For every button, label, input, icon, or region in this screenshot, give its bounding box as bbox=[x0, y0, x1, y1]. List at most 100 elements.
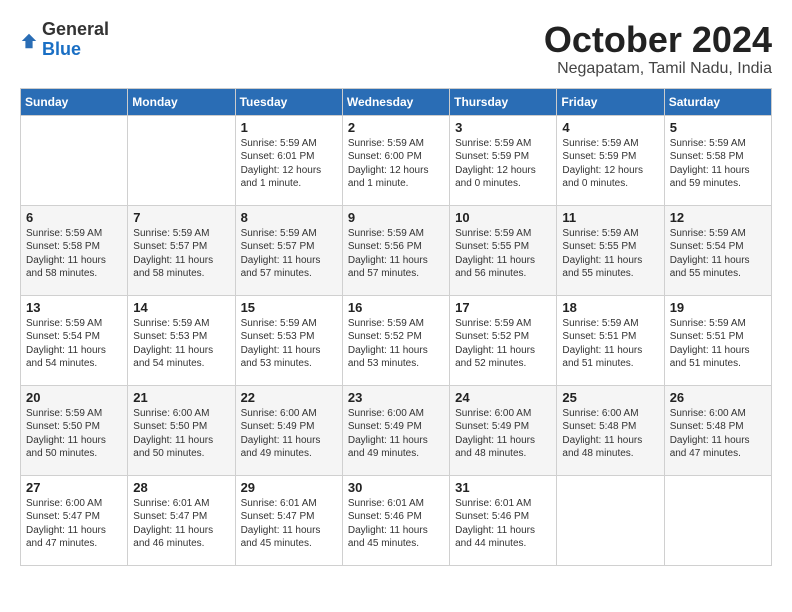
day-number: 30 bbox=[348, 480, 444, 495]
cell-content: Sunrise: 5:59 AM Sunset: 6:00 PM Dayligh… bbox=[348, 137, 444, 191]
day-number: 6 bbox=[26, 210, 122, 225]
col-header-sunday: Sunday bbox=[21, 88, 128, 115]
cell-content: Sunrise: 5:59 AM Sunset: 5:50 PM Dayligh… bbox=[26, 407, 122, 461]
day-number: 31 bbox=[455, 480, 551, 495]
calendar-cell: 16 Sunrise: 5:59 AM Sunset: 5:52 PM Dayli… bbox=[342, 295, 449, 385]
day-number: 23 bbox=[348, 390, 444, 405]
day-number: 22 bbox=[241, 390, 337, 405]
day-number: 3 bbox=[455, 120, 551, 135]
calendar-cell: 8Sunrise: 5:59 AM Sunset: 5:57 PM Daylig… bbox=[235, 205, 342, 295]
day-number: 12 bbox=[670, 210, 766, 225]
title-block: October 2024 Negapatam, Tamil Nadu, Indi… bbox=[544, 20, 772, 78]
cell-content: Sunrise: 5:59 AM Sunset: 5:55 PM Dayligh… bbox=[455, 227, 551, 281]
month-title: October 2024 bbox=[544, 20, 772, 60]
col-header-monday: Monday bbox=[128, 88, 235, 115]
day-number: 7 bbox=[133, 210, 229, 225]
day-number: 21 bbox=[133, 390, 229, 405]
calendar-cell bbox=[21, 115, 128, 205]
cell-content: Sunrise: 5:59 AM Sunset: 5:52 PM Dayligh… bbox=[455, 317, 551, 371]
calendar-cell: 2 Sunrise: 5:59 AM Sunset: 6:00 PM Daylig… bbox=[342, 115, 449, 205]
col-header-friday: Friday bbox=[557, 88, 664, 115]
day-number: 24 bbox=[455, 390, 551, 405]
cell-content: Sunrise: 5:59 AM Sunset: 5:53 PM Dayligh… bbox=[133, 317, 229, 371]
calendar-cell: 10Sunrise: 5:59 AM Sunset: 5:55 PM Dayli… bbox=[450, 205, 557, 295]
cell-content: Sunrise: 5:59 AM Sunset: 5:54 PM Dayligh… bbox=[670, 227, 766, 281]
day-number: 1 bbox=[241, 120, 337, 135]
cell-content: Sunrise: 5:59 AM Sunset: 5:55 PM Dayligh… bbox=[562, 227, 658, 281]
cell-content: Sunrise: 6:00 AM Sunset: 5:49 PM Dayligh… bbox=[348, 407, 444, 461]
week-row: 27Sunrise: 6:00 AM Sunset: 5:47 PM Dayli… bbox=[21, 475, 772, 565]
cell-content: Sunrise: 5:59 AM Sunset: 5:57 PM Dayligh… bbox=[241, 227, 337, 281]
day-number: 18 bbox=[562, 300, 658, 315]
calendar-cell: 14 Sunrise: 5:59 AM Sunset: 5:53 PM Dayli… bbox=[128, 295, 235, 385]
calendar-cell: 18 Sunrise: 5:59 AM Sunset: 5:51 PM Dayli… bbox=[557, 295, 664, 385]
week-row: 1 Sunrise: 5:59 AM Sunset: 6:01 PM Daylig… bbox=[21, 115, 772, 205]
cell-content: Sunrise: 5:59 AM Sunset: 5:59 PM Dayligh… bbox=[455, 137, 551, 191]
calendar-cell: 9Sunrise: 5:59 AM Sunset: 5:56 PM Daylig… bbox=[342, 205, 449, 295]
cell-content: Sunrise: 6:01 AM Sunset: 5:46 PM Dayligh… bbox=[348, 497, 444, 551]
calendar-cell: 11 Sunrise: 5:59 AM Sunset: 5:55 PM Dayli… bbox=[557, 205, 664, 295]
day-number: 16 bbox=[348, 300, 444, 315]
day-number: 4 bbox=[562, 120, 658, 135]
cell-content: Sunrise: 6:00 AM Sunset: 5:48 PM Dayligh… bbox=[670, 407, 766, 461]
cell-content: Sunrise: 5:59 AM Sunset: 5:51 PM Dayligh… bbox=[562, 317, 658, 371]
cell-content: Sunrise: 5:59 AM Sunset: 5:51 PM Dayligh… bbox=[670, 317, 766, 371]
calendar-cell bbox=[557, 475, 664, 565]
cell-content: Sunrise: 6:00 AM Sunset: 5:49 PM Dayligh… bbox=[455, 407, 551, 461]
calendar-cell: 3 Sunrise: 5:59 AM Sunset: 5:59 PM Daylig… bbox=[450, 115, 557, 205]
calendar-cell: 27Sunrise: 6:00 AM Sunset: 5:47 PM Dayli… bbox=[21, 475, 128, 565]
calendar-cell: 29Sunrise: 6:01 AM Sunset: 5:47 PM Dayli… bbox=[235, 475, 342, 565]
calendar-cell: 22 Sunrise: 6:00 AM Sunset: 5:49 PM Dayli… bbox=[235, 385, 342, 475]
calendar-cell: 21 Sunrise: 6:00 AM Sunset: 5:50 PM Dayli… bbox=[128, 385, 235, 475]
location: Negapatam, Tamil Nadu, India bbox=[544, 60, 772, 78]
calendar-cell: 20 Sunrise: 5:59 AM Sunset: 5:50 PM Dayli… bbox=[21, 385, 128, 475]
calendar-cell: 23 Sunrise: 6:00 AM Sunset: 5:49 PM Dayli… bbox=[342, 385, 449, 475]
calendar-cell: 25Sunrise: 6:00 AM Sunset: 5:48 PM Dayli… bbox=[557, 385, 664, 475]
col-header-tuesday: Tuesday bbox=[235, 88, 342, 115]
cell-content: Sunrise: 5:59 AM Sunset: 5:57 PM Dayligh… bbox=[133, 227, 229, 281]
col-header-saturday: Saturday bbox=[664, 88, 771, 115]
calendar-cell: 1 Sunrise: 5:59 AM Sunset: 6:01 PM Daylig… bbox=[235, 115, 342, 205]
cell-content: Sunrise: 5:59 AM Sunset: 6:01 PM Dayligh… bbox=[241, 137, 337, 191]
week-row: 6 Sunrise: 5:59 AM Sunset: 5:58 PM Daylig… bbox=[21, 205, 772, 295]
cell-content: Sunrise: 5:59 AM Sunset: 5:58 PM Dayligh… bbox=[670, 137, 766, 191]
calendar-cell bbox=[128, 115, 235, 205]
week-row: 13 Sunrise: 5:59 AM Sunset: 5:54 PM Dayli… bbox=[21, 295, 772, 385]
cell-content: Sunrise: 5:59 AM Sunset: 5:53 PM Dayligh… bbox=[241, 317, 337, 371]
day-number: 17 bbox=[455, 300, 551, 315]
day-number: 2 bbox=[348, 120, 444, 135]
logo-icon bbox=[20, 32, 38, 50]
day-number: 11 bbox=[562, 210, 658, 225]
day-number: 15 bbox=[241, 300, 337, 315]
col-header-thursday: Thursday bbox=[450, 88, 557, 115]
calendar-cell: 24 Sunrise: 6:00 AM Sunset: 5:49 PM Dayli… bbox=[450, 385, 557, 475]
calendar-cell: 4 Sunrise: 5:59 AM Sunset: 5:59 PM Daylig… bbox=[557, 115, 664, 205]
day-number: 27 bbox=[26, 480, 122, 495]
cell-content: Sunrise: 6:00 AM Sunset: 5:49 PM Dayligh… bbox=[241, 407, 337, 461]
calendar-cell: 6 Sunrise: 5:59 AM Sunset: 5:58 PM Daylig… bbox=[21, 205, 128, 295]
calendar-cell: 13 Sunrise: 5:59 AM Sunset: 5:54 PM Dayli… bbox=[21, 295, 128, 385]
cell-content: Sunrise: 6:00 AM Sunset: 5:50 PM Dayligh… bbox=[133, 407, 229, 461]
day-number: 13 bbox=[26, 300, 122, 315]
cell-content: Sunrise: 5:59 AM Sunset: 5:52 PM Dayligh… bbox=[348, 317, 444, 371]
day-number: 20 bbox=[26, 390, 122, 405]
day-number: 14 bbox=[133, 300, 229, 315]
day-number: 9 bbox=[348, 210, 444, 225]
logo-text: General Blue bbox=[42, 20, 109, 60]
day-number: 5 bbox=[670, 120, 766, 135]
day-number: 19 bbox=[670, 300, 766, 315]
cell-content: Sunrise: 5:59 AM Sunset: 5:54 PM Dayligh… bbox=[26, 317, 122, 371]
logo: General Blue bbox=[20, 20, 109, 60]
cell-content: Sunrise: 6:01 AM Sunset: 5:46 PM Dayligh… bbox=[455, 497, 551, 551]
calendar-table: SundayMondayTuesdayWednesdayThursdayFrid… bbox=[20, 88, 772, 566]
cell-content: Sunrise: 5:59 AM Sunset: 5:58 PM Dayligh… bbox=[26, 227, 122, 281]
calendar-cell: 12 Sunrise: 5:59 AM Sunset: 5:54 PM Dayli… bbox=[664, 205, 771, 295]
cell-content: Sunrise: 5:59 AM Sunset: 5:59 PM Dayligh… bbox=[562, 137, 658, 191]
logo-blue: Blue bbox=[42, 40, 109, 60]
calendar-cell: 17 Sunrise: 5:59 AM Sunset: 5:52 PM Dayli… bbox=[450, 295, 557, 385]
calendar-cell: 19 Sunrise: 5:59 AM Sunset: 5:51 PM Dayli… bbox=[664, 295, 771, 385]
day-number: 25 bbox=[562, 390, 658, 405]
calendar-cell: 7 Sunrise: 5:59 AM Sunset: 5:57 PM Daylig… bbox=[128, 205, 235, 295]
calendar-cell bbox=[664, 475, 771, 565]
calendar-cell: 31 Sunrise: 6:01 AM Sunset: 5:46 PM Dayli… bbox=[450, 475, 557, 565]
